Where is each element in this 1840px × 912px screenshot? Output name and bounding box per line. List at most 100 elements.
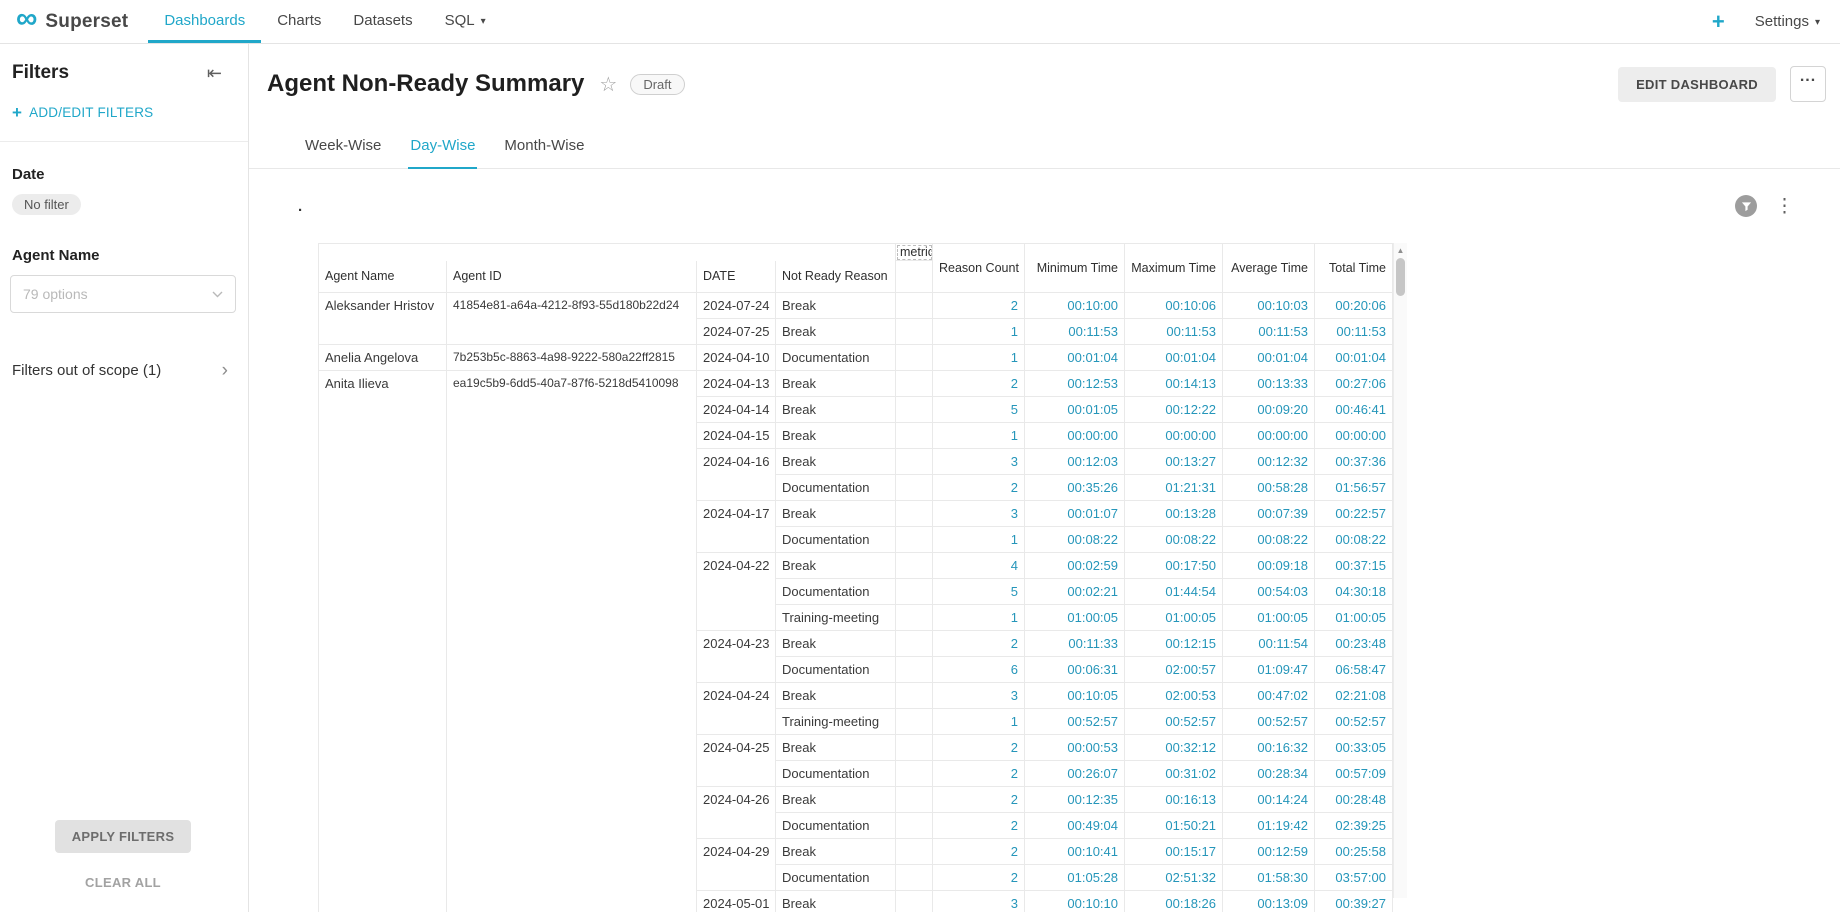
cell-maximum-time: 00:14:13 <box>1125 371 1223 397</box>
cell-minimum-time: 00:12:03 <box>1025 449 1125 475</box>
dashboard-header: Agent Non-Ready Summary ☆ Draft EDIT DAS… <box>249 66 1840 102</box>
cell-metric-spacer <box>896 553 933 579</box>
cell-total-time: 00:01:04 <box>1315 345 1393 371</box>
cell-average-time: 00:54:03 <box>1223 579 1315 605</box>
cell-average-time: 00:47:02 <box>1223 683 1315 709</box>
nav-dashboards[interactable]: Dashboards <box>148 0 261 43</box>
cell-average-time: 01:19:42 <box>1223 813 1315 839</box>
apply-filters-button[interactable]: APPLY FILTERS <box>55 820 192 853</box>
tab-week-wise[interactable]: Week-Wise <box>303 128 383 169</box>
body-row: Filters ⇤ + ADD/EDIT FILTERS Date No fil… <box>0 44 1840 912</box>
chart-menu-kebab-icon[interactable]: ⋮ <box>1775 197 1794 216</box>
scroll-up-arrow-icon[interactable]: ▲ <box>1394 246 1407 255</box>
nav-sql[interactable]: SQL ▾ <box>429 0 502 43</box>
cell-maximum-time: 00:17:50 <box>1125 553 1223 579</box>
filters-out-of-scope-toggle[interactable]: Filters out of scope (1) › <box>10 361 236 380</box>
cell-reason-count: 2 <box>933 865 1025 891</box>
superset-logo[interactable]: ∞ Superset <box>16 0 128 43</box>
chevron-down-icon: ▾ <box>481 16 486 27</box>
dashboard-main: Agent Non-Ready Summary ☆ Draft EDIT DAS… <box>249 44 1840 912</box>
tab-day-wise[interactable]: Day-Wise <box>408 128 477 169</box>
brand-name: Superset <box>45 11 128 33</box>
cell-not-ready-reason: Break <box>776 553 896 579</box>
cell-date: 2024-04-26 <box>697 787 776 839</box>
cell-not-ready-reason: Break <box>776 891 896 912</box>
cell-total-time: 04:30:18 <box>1315 579 1393 605</box>
cell-minimum-time: 00:02:59 <box>1025 553 1125 579</box>
header-minimum-time: Minimum Time <box>1025 244 1125 293</box>
cell-minimum-time: 00:11:53 <box>1025 319 1125 345</box>
agent-name-filter-label: Agent Name <box>10 247 236 264</box>
scrollbar-thumb[interactable] <box>1396 258 1405 296</box>
date-filter-value-chip[interactable]: No filter <box>12 194 81 215</box>
cell-not-ready-reason: Documentation <box>776 345 896 371</box>
cell-reason-count: 1 <box>933 527 1025 553</box>
cell-total-time: 00:22:57 <box>1315 501 1393 527</box>
date-filter-label: Date <box>10 166 236 183</box>
filter-indicator-icon[interactable] <box>1735 195 1757 217</box>
cell-total-time: 00:20:06 <box>1315 293 1393 319</box>
cell-maximum-time: 01:50:21 <box>1125 813 1223 839</box>
filters-header: Filters ⇤ <box>10 62 236 84</box>
settings-menu[interactable]: Settings▾ <box>1755 13 1820 30</box>
favorite-star-icon[interactable]: ☆ <box>599 72 617 97</box>
cell-total-time: 01:00:05 <box>1315 605 1393 631</box>
cell-date: 2024-04-17 <box>697 501 776 553</box>
cell-agent-name: Anelia Angelova <box>319 345 447 371</box>
cell-total-time: 00:57:09 <box>1315 761 1393 787</box>
cell-minimum-time: 00:08:22 <box>1025 527 1125 553</box>
agent-name-select[interactable]: 79 options <box>10 275 236 313</box>
cell-date: 2024-07-25 <box>697 319 776 345</box>
cell-reason-count: 4 <box>933 553 1025 579</box>
cell-total-time: 00:08:22 <box>1315 527 1393 553</box>
top-navbar: ∞ Superset Dashboards Charts Datasets SQ… <box>0 0 1840 44</box>
cell-reason-count: 2 <box>933 293 1025 319</box>
cell-reason-count: 3 <box>933 501 1025 527</box>
new-item-plus-icon[interactable]: + <box>1712 11 1725 33</box>
cell-date: 2024-04-29 <box>697 839 776 891</box>
header-not-ready-reason: Not Ready Reason <box>776 261 896 293</box>
cell-not-ready-reason: Break <box>776 839 896 865</box>
add-edit-filters-label: ADD/EDIT FILTERS <box>29 105 153 120</box>
cell-reason-count: 2 <box>933 761 1025 787</box>
cell-minimum-time: 00:10:00 <box>1025 293 1125 319</box>
cell-minimum-time: 00:10:41 <box>1025 839 1125 865</box>
tab-month-wise[interactable]: Month-Wise <box>502 128 586 169</box>
cell-not-ready-reason: Documentation <box>776 865 896 891</box>
cell-metric-spacer <box>896 475 933 501</box>
cell-not-ready-reason: Training-meeting <box>776 709 896 735</box>
nav-sql-label: SQL <box>445 12 475 29</box>
cell-total-time: 00:28:48 <box>1315 787 1393 813</box>
cell-reason-count: 3 <box>933 449 1025 475</box>
cell-date: 2024-04-13 <box>697 371 776 397</box>
cell-date: 2024-04-24 <box>697 683 776 735</box>
cell-not-ready-reason: Break <box>776 397 896 423</box>
cell-total-time: 00:00:00 <box>1315 423 1393 449</box>
cell-average-time: 00:13:33 <box>1223 371 1315 397</box>
cell-maximum-time: 02:00:57 <box>1125 657 1223 683</box>
nav-charts[interactable]: Charts <box>261 0 337 43</box>
cell-total-time: 00:46:41 <box>1315 397 1393 423</box>
add-edit-filters-button[interactable]: + ADD/EDIT FILTERS <box>10 104 236 121</box>
cell-date: 2024-04-25 <box>697 735 776 787</box>
cell-maximum-time: 00:13:28 <box>1125 501 1223 527</box>
cell-agent-id: ea19c5b9-6dd5-40a7-87f6-5218d5410098 <box>447 371 697 912</box>
cell-maximum-time: 00:32:12 <box>1125 735 1223 761</box>
collapse-sidebar-icon[interactable]: ⇤ <box>207 63 222 84</box>
cell-date: 2024-04-15 <box>697 423 776 449</box>
cell-metric-spacer <box>896 579 933 605</box>
cell-date: 2024-04-16 <box>697 449 776 501</box>
cell-not-ready-reason: Documentation <box>776 657 896 683</box>
cell-metric-spacer <box>896 657 933 683</box>
cell-reason-count: 2 <box>933 735 1025 761</box>
more-options-button[interactable]: ... <box>1790 66 1826 102</box>
clear-all-button[interactable]: CLEAR ALL <box>85 875 161 890</box>
table-header-row-metric: metric Reason Count Minimum Time Maximum… <box>319 244 1393 261</box>
nav-datasets[interactable]: Datasets <box>337 0 428 43</box>
cell-reason-count: 2 <box>933 371 1025 397</box>
cell-date: 2024-04-22 <box>697 553 776 631</box>
cell-minimum-time: 00:06:31 <box>1025 657 1125 683</box>
plus-icon: + <box>12 104 22 121</box>
table-scrollbar[interactable]: ▲ <box>1393 243 1407 898</box>
edit-dashboard-button[interactable]: EDIT DASHBOARD <box>1618 67 1776 102</box>
